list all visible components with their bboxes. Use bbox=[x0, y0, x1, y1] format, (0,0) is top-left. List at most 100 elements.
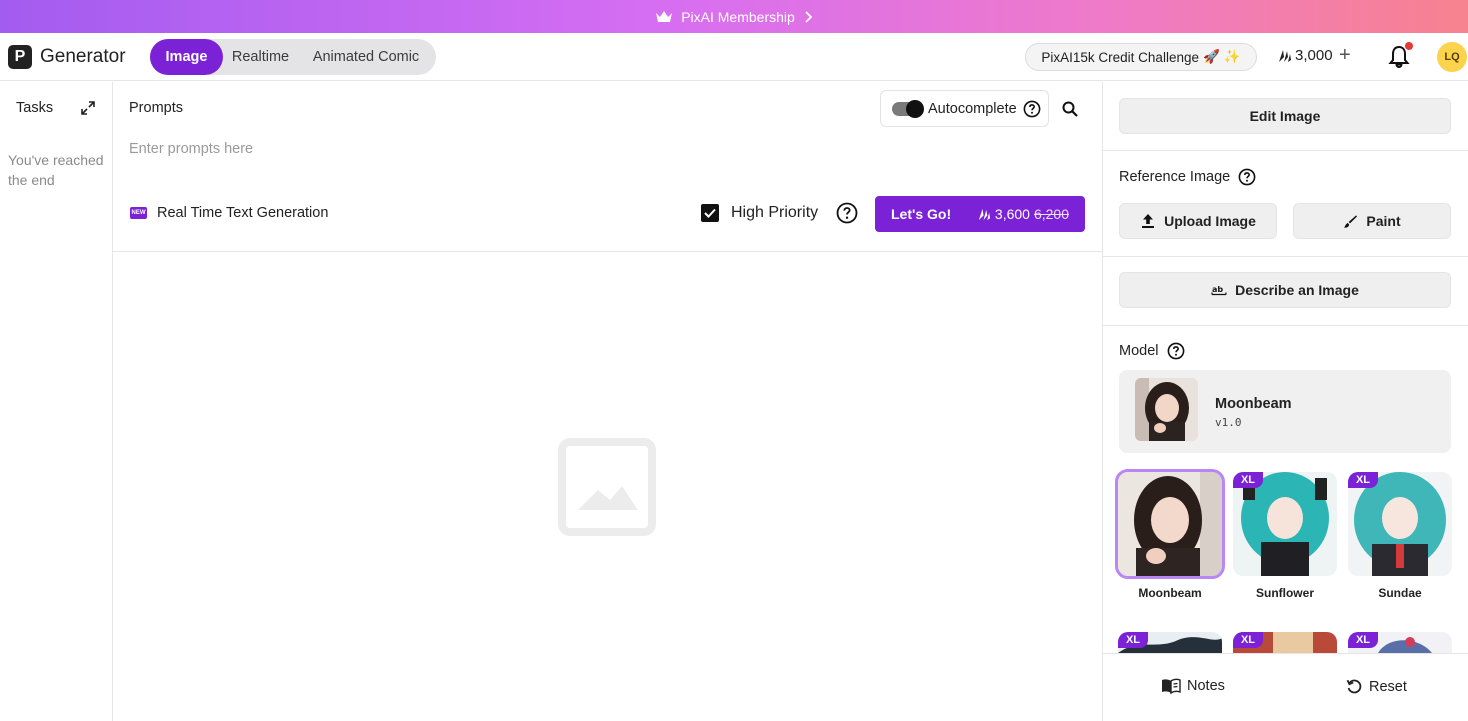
model-thumbnail: XL bbox=[1118, 632, 1222, 653]
xl-badge: XL bbox=[1348, 632, 1378, 648]
selected-model-card[interactable]: Moonbeam v1.0 bbox=[1119, 370, 1451, 453]
autocomplete-label: Autocomplete bbox=[928, 100, 1017, 117]
moonbeam-thumbnail bbox=[1118, 472, 1222, 576]
model-thumbnail: XL bbox=[1348, 472, 1452, 576]
prompts-label: Prompts bbox=[129, 100, 183, 116]
model-thumbnail bbox=[1135, 378, 1198, 441]
model-thumbnail: XL bbox=[1233, 472, 1337, 576]
add-credits-icon[interactable]: + bbox=[1339, 45, 1351, 65]
credit-icon bbox=[1279, 49, 1291, 62]
model-option-row2-2[interactable]: XL bbox=[1233, 632, 1337, 653]
generate-cost-old: 6,200 bbox=[1033, 206, 1069, 222]
crown-icon bbox=[656, 10, 673, 22]
help-icon[interactable] bbox=[1238, 168, 1256, 186]
notes-button[interactable]: Notes bbox=[1161, 678, 1225, 694]
credit-icon bbox=[978, 208, 990, 220]
model-option-row2-1[interactable]: XL bbox=[1118, 632, 1222, 653]
membership-banner[interactable]: PixAI Membership bbox=[0, 0, 1468, 33]
generate-button-label: Let's Go! bbox=[891, 206, 952, 222]
tasks-title: Tasks bbox=[16, 100, 54, 116]
help-icon[interactable] bbox=[1023, 100, 1041, 118]
model-option-sunflower[interactable]: XL Sunflower bbox=[1233, 472, 1337, 600]
describe-image-label: Describe an Image bbox=[1235, 282, 1359, 298]
generate-cost-value: 3,600 bbox=[994, 206, 1030, 222]
notification-dot bbox=[1405, 42, 1413, 50]
generate-button[interactable]: Let's Go! 3,600 6,200 bbox=[875, 196, 1085, 232]
selected-model-version: v1.0 bbox=[1215, 416, 1242, 429]
selected-model-name: Moonbeam bbox=[1215, 396, 1292, 412]
check-icon bbox=[704, 208, 716, 218]
xl-badge: XL bbox=[1233, 632, 1263, 648]
prompt-panel: Prompts Autocomplete NEW Real Time Text … bbox=[113, 82, 1102, 252]
divider bbox=[1103, 150, 1468, 151]
app-title: Generator bbox=[40, 46, 126, 67]
image-placeholder-icon bbox=[558, 438, 656, 536]
model-option-row2-3[interactable]: XL bbox=[1348, 632, 1452, 653]
model-thumbnail: XL bbox=[1233, 632, 1337, 653]
upload-icon bbox=[1142, 214, 1155, 228]
tasks-end-text: You've reached the end bbox=[8, 152, 104, 188]
result-canvas bbox=[113, 252, 1102, 721]
model-option-name: Moonbeam bbox=[1138, 586, 1202, 600]
credit-balance-value: 3,000 bbox=[1295, 47, 1333, 64]
model-label: Model bbox=[1119, 343, 1159, 359]
generate-cost: 3,600 6,200 bbox=[976, 206, 1069, 222]
reference-image-heading: Reference Image bbox=[1119, 168, 1256, 186]
reset-button[interactable]: Reset bbox=[1346, 678, 1407, 695]
logo-icon[interactable]: P bbox=[8, 45, 32, 69]
xl-badge: XL bbox=[1348, 472, 1378, 488]
high-priority-checkbox[interactable] bbox=[701, 204, 719, 222]
prompt-input[interactable] bbox=[129, 134, 1069, 164]
model-option-moonbeam[interactable]: Moonbeam bbox=[1115, 469, 1225, 600]
realtime-generation-label[interactable]: Real Time Text Generation bbox=[157, 205, 328, 221]
xl-badge: XL bbox=[1118, 632, 1148, 648]
model-option-name: Sundae bbox=[1378, 586, 1422, 600]
upload-image-label: Upload Image bbox=[1164, 213, 1256, 229]
search-icon[interactable] bbox=[1061, 100, 1079, 118]
paint-button[interactable]: Paint bbox=[1293, 203, 1451, 239]
rocket-icon: 🚀 bbox=[1202, 49, 1220, 64]
edit-image-button[interactable]: Edit Image bbox=[1119, 98, 1451, 134]
edit-image-label: Edit Image bbox=[1249, 108, 1321, 124]
avatar[interactable]: LQ bbox=[1437, 42, 1467, 72]
autocomplete-toggle[interactable]: Autocomplete bbox=[880, 90, 1049, 127]
model-option-name: Sunflower bbox=[1255, 586, 1314, 600]
mode-tabs: Image Realtime Animated Comic bbox=[150, 39, 436, 75]
credit-challenge-button[interactable]: PixAI15k Credit Challenge 🚀 ✨ bbox=[1025, 43, 1257, 71]
model-option-sundae[interactable]: XL Sundae bbox=[1348, 472, 1452, 600]
sparkle-icon: ✨ bbox=[1223, 49, 1241, 64]
divider bbox=[1103, 256, 1468, 257]
expand-icon[interactable] bbox=[80, 100, 96, 116]
text-recognition-icon: ab bbox=[1211, 285, 1227, 296]
xl-badge: XL bbox=[1233, 472, 1263, 488]
divider bbox=[1103, 325, 1468, 326]
upload-image-button[interactable]: Upload Image bbox=[1119, 203, 1277, 239]
settings-panel: Edit Image Reference Image Upload Image … bbox=[1102, 82, 1468, 721]
tab-image[interactable]: Image bbox=[150, 39, 223, 75]
svg-text:ab: ab bbox=[1212, 285, 1223, 294]
credit-balance[interactable]: 3,000 bbox=[1276, 47, 1333, 64]
reset-label: Reset bbox=[1369, 678, 1407, 695]
model-thumbnail bbox=[1115, 469, 1225, 579]
high-priority-label[interactable]: High Priority bbox=[731, 204, 818, 222]
credit-challenge-label: PixAI15k Credit Challenge bbox=[1041, 49, 1199, 65]
paint-label: Paint bbox=[1366, 213, 1401, 229]
model-thumbnail: XL bbox=[1348, 632, 1452, 653]
notes-label: Notes bbox=[1187, 678, 1225, 694]
toggle-switch[interactable] bbox=[892, 99, 924, 118]
reset-icon bbox=[1346, 679, 1362, 694]
brush-icon bbox=[1344, 214, 1358, 228]
tab-realtime[interactable]: Realtime bbox=[223, 39, 298, 75]
model-heading: Model bbox=[1119, 342, 1185, 360]
app-header: P Generator Image Realtime Animated Comi… bbox=[0, 33, 1468, 81]
tab-animated-comic[interactable]: Animated Comic bbox=[298, 39, 434, 75]
help-icon[interactable] bbox=[1167, 342, 1185, 360]
membership-banner-label: PixAI Membership bbox=[681, 8, 795, 25]
panel-footer: Notes Reset bbox=[1103, 653, 1468, 721]
chevron-right-icon bbox=[805, 10, 813, 23]
book-icon bbox=[1162, 678, 1181, 694]
tasks-sidebar: Tasks You've reached the end bbox=[0, 82, 113, 721]
reference-image-label: Reference Image bbox=[1119, 169, 1231, 185]
help-icon[interactable] bbox=[836, 202, 858, 224]
describe-image-button[interactable]: ab Describe an Image bbox=[1119, 272, 1451, 308]
